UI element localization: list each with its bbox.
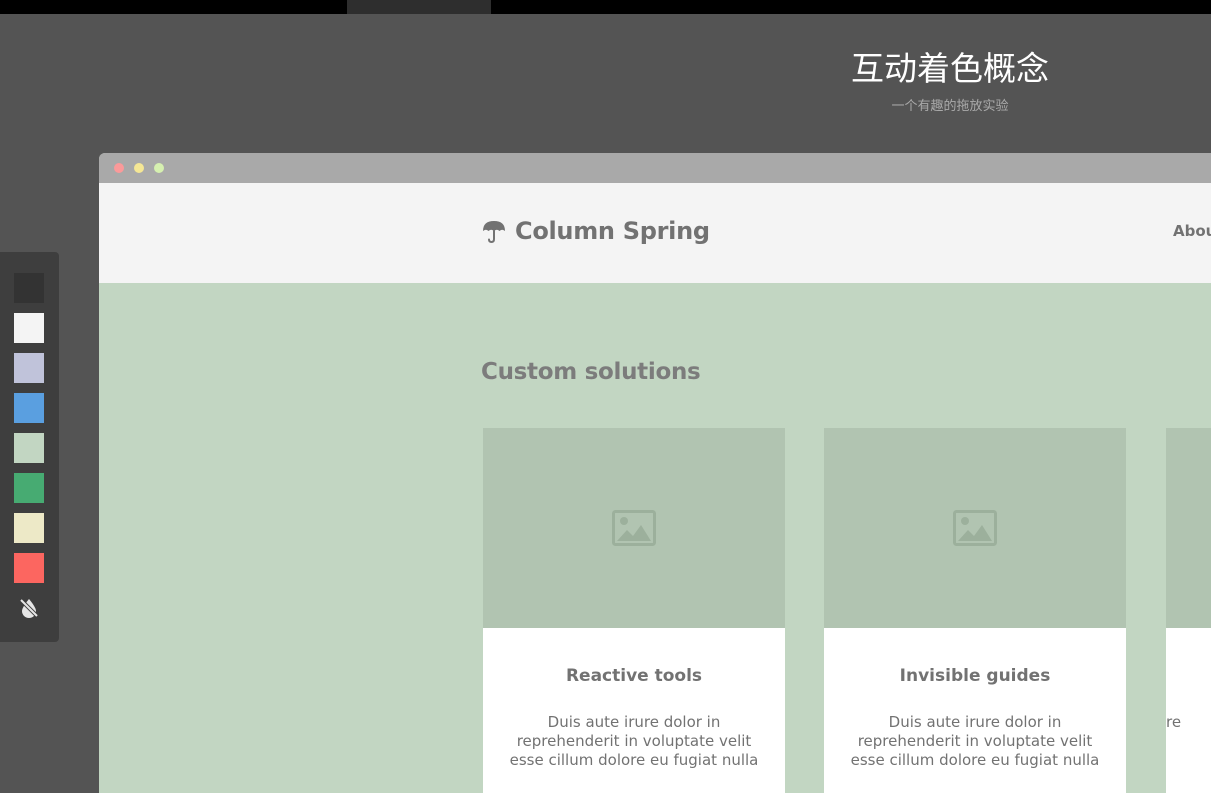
- card: Reactive tools Duis aute irure dolor in …: [483, 428, 785, 793]
- swatch-cream[interactable]: [14, 513, 44, 543]
- card-image: [1166, 428, 1211, 628]
- browser-chrome: [99, 153, 1211, 183]
- swatch-lavender[interactable]: [14, 353, 44, 383]
- card: Invisible guides Duis aute irure dolor i…: [824, 428, 1126, 793]
- site-logo[interactable]: Column Spring: [481, 217, 710, 245]
- browser-window: Column Spring Abou Custom solutions Reac…: [99, 153, 1211, 793]
- site-header: Column Spring Abou: [99, 183, 1211, 283]
- card-title: Reactive tools: [565, 666, 703, 686]
- card-text-partial: re es: [1166, 713, 1211, 731]
- swatch-green[interactable]: [14, 473, 44, 503]
- top-bar: [0, 0, 1211, 14]
- no-color-drop-icon[interactable]: [14, 593, 44, 623]
- nav-about-link[interactable]: Abou: [1173, 222, 1211, 240]
- card-image: [483, 428, 785, 628]
- card: re es: [1166, 428, 1211, 793]
- swatch-blue[interactable]: [14, 393, 44, 423]
- swatch-sage[interactable]: [14, 433, 44, 463]
- swatch-charcoal[interactable]: [14, 273, 44, 303]
- section-title: Custom solutions: [481, 359, 701, 385]
- card-title: Invisible guides: [899, 666, 1051, 686]
- swatch-coral[interactable]: [14, 553, 44, 583]
- active-tab[interactable]: [347, 0, 491, 14]
- card-text: Duis aute irure dolor in reprehenderit i…: [850, 713, 1100, 769]
- color-palette: [0, 252, 59, 642]
- logo-text: Column Spring: [515, 217, 710, 245]
- close-dot[interactable]: [114, 163, 124, 173]
- image-placeholder-icon: [612, 510, 656, 546]
- card-text: Duis aute irure dolor in reprehenderit i…: [509, 713, 759, 769]
- page-subtitle: 一个有趣的拖放实验: [891, 99, 1009, 114]
- page-title: 互动着色概念: [851, 49, 1049, 88]
- swatch-light-gray[interactable]: [14, 313, 44, 343]
- card-image: [824, 428, 1126, 628]
- image-placeholder-icon: [953, 510, 997, 546]
- umbrella-icon: [483, 221, 505, 244]
- minimize-dot[interactable]: [134, 163, 144, 173]
- maximize-dot[interactable]: [154, 163, 164, 173]
